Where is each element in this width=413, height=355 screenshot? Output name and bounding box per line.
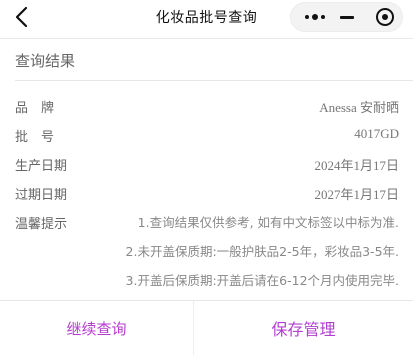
minimize-icon bbox=[340, 15, 354, 19]
brand-label: 品 牌 bbox=[15, 101, 55, 116]
production-date-label: 生产日期 bbox=[15, 159, 68, 174]
tip-line: 1.查询结果仅供参考, 如有中文标签以中标为准. bbox=[137, 215, 399, 230]
section-divider bbox=[15, 80, 413, 81]
more-dots-icon bbox=[305, 14, 325, 20]
target-close-icon bbox=[376, 8, 394, 26]
tip-line: 2.未开盖保质期:一般护肤品2-5年，彩妆品3-5年. bbox=[125, 244, 399, 259]
more-button[interactable] bbox=[295, 3, 335, 31]
expiry-date-label: 过期日期 bbox=[15, 188, 68, 203]
nav-divider bbox=[0, 38, 413, 39]
close-button[interactable] bbox=[367, 3, 403, 31]
batch-number-value: 4017GD bbox=[354, 126, 399, 141]
section-title: 查询结果 bbox=[15, 52, 76, 70]
production-date-value: 2024年1月17日 bbox=[314, 158, 399, 173]
tips-label: 温馨提示 bbox=[15, 217, 68, 232]
mini-program-capsule bbox=[290, 2, 403, 32]
expiry-date-value: 2027年1月17日 bbox=[314, 187, 399, 202]
tip-line: 3.开盖后保质期:开盖后请在6-12个月内使用完毕. bbox=[125, 273, 399, 288]
brand-value: Anessa 安耐晒 bbox=[319, 100, 399, 115]
batch-number-label: 批 号 bbox=[15, 130, 55, 145]
continue-query-button[interactable]: 继续查询 bbox=[0, 301, 193, 355]
save-manage-button[interactable]: 保存管理 bbox=[194, 301, 413, 355]
minimize-button[interactable] bbox=[335, 3, 359, 31]
navigation-bar: 化妆品批号查询 bbox=[0, 0, 413, 35]
